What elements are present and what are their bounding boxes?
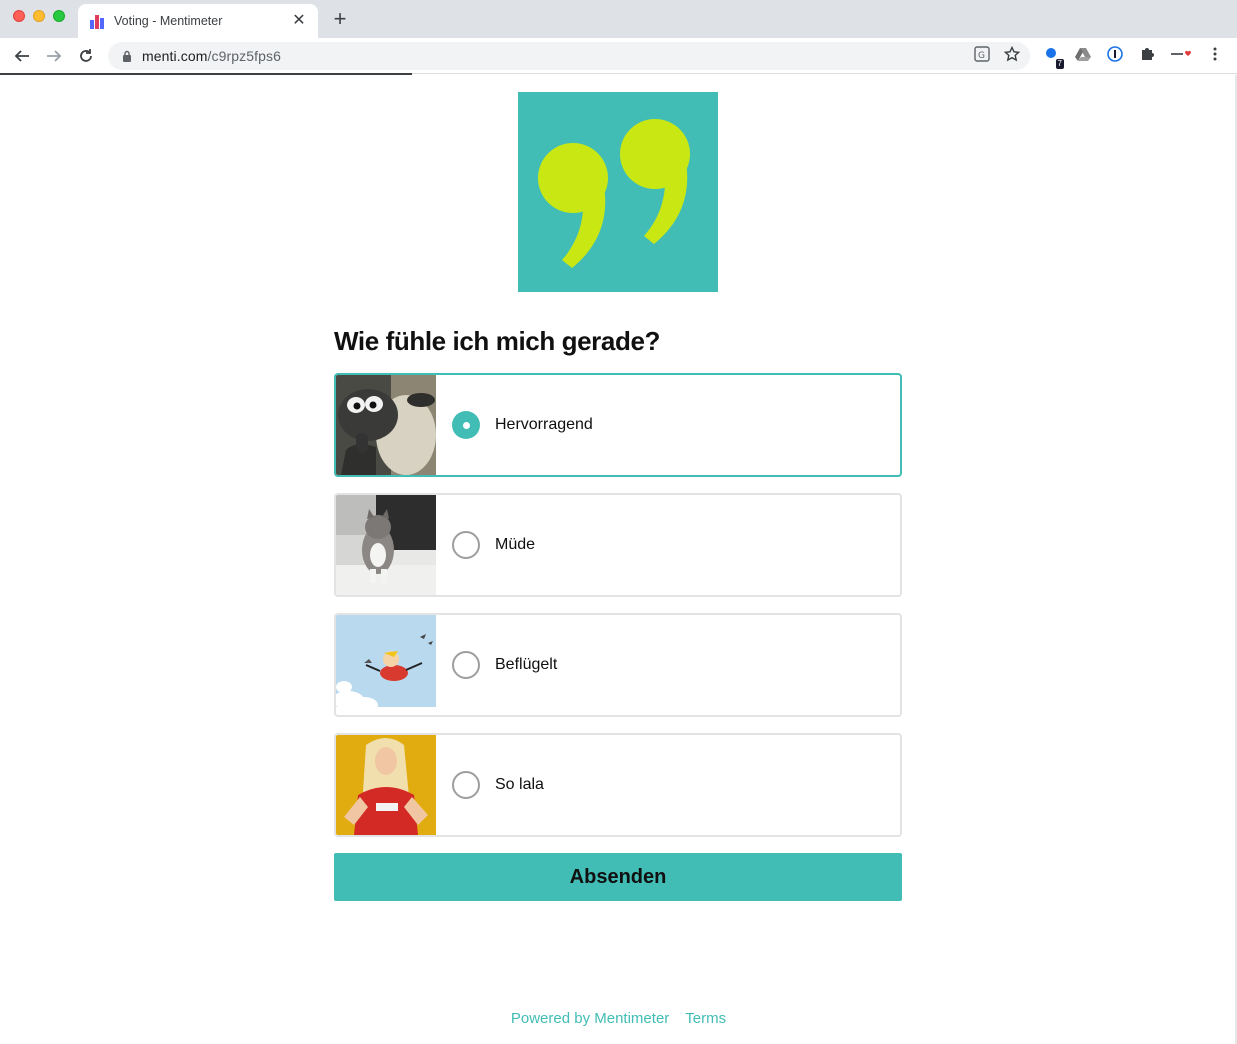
url-path: /c9rpz5fps6 [207,48,281,64]
new-tab-button[interactable]: + [330,8,350,30]
mentimeter-favicon-icon [90,13,106,29]
extension-badge: 7 [1055,59,1064,69]
option-muede[interactable]: Müde [334,493,902,597]
option-label: Müde [495,536,536,553]
radio-unselected-icon[interactable] [452,771,480,799]
option-hervorragend[interactable]: Hervorragend [334,373,902,477]
sheep-thumbs-up-image [336,375,436,475]
extensions-puzzle-icon[interactable] [1136,43,1158,65]
shrugging-woman-image [336,735,436,835]
option-label: So lala [495,776,544,793]
option-so-lala[interactable]: So lala [334,733,902,837]
option-befluegelt[interactable]: Beflügelt [334,613,902,717]
lock-icon [123,50,131,62]
bookmark-star-icon[interactable] [1004,46,1020,62]
option-label: Hervorragend [495,416,593,433]
powered-by-link[interactable]: Powered by Mentimeter [511,1010,669,1027]
quote-hero-image [518,92,718,292]
answer-options: Hervorragend Müde Beflügelt So lala [334,373,902,853]
reload-button[interactable] [73,43,99,69]
more-options-icon[interactable] [1204,43,1226,65]
radio-unselected-icon[interactable] [452,531,480,559]
browser-tab[interactable]: Voting - Mentimeter ✕ [78,4,318,38]
radio-unselected-icon[interactable] [452,651,480,679]
browser-toolbar: menti.com/c9rpz5fps6 G 7 [0,38,1237,74]
tab-title: Voting - Mentimeter [114,14,223,28]
quote-marks-icon [538,119,690,268]
maximize-window-button[interactable] [53,10,65,22]
terms-link[interactable]: Terms [685,1010,726,1027]
radio-selected-icon[interactable] [452,411,480,439]
footer: Powered by Mentimeter Terms [0,1010,1237,1027]
submit-button[interactable]: Absenden [334,853,902,901]
sleepy-cat-image [336,495,436,595]
question-title: Wie fühle ich mich gerade? [334,326,660,356]
password-manager-icon[interactable] [1104,43,1126,65]
url-text: menti.com/c9rpz5fps6 [142,48,281,64]
back-arrow-icon [14,50,29,62]
close-window-button[interactable] [13,10,25,22]
browser-chrome: Voting - Mentimeter ✕ + menti.com/c9rpz5… [0,0,1237,75]
reload-icon [80,49,92,62]
option-label: Beflügelt [495,656,558,673]
address-bar[interactable]: menti.com/c9rpz5fps6 G [108,42,1030,70]
forward-arrow-icon [47,50,62,62]
profile-extension-icon[interactable] [1168,43,1194,65]
flying-boy-comic-image [336,615,436,715]
translate-icon[interactable]: G [974,46,990,62]
minimize-window-button[interactable] [33,10,45,22]
google-drive-icon[interactable] [1072,43,1094,65]
tab-close-icon[interactable]: ✕ [290,12,308,30]
svg-text:G: G [978,51,985,61]
extension-blue-icon[interactable]: 7 [1040,43,1064,69]
forward-button[interactable] [41,43,67,69]
extensions-bar: 7 [1040,43,1226,69]
voting-page: Wie fühle ich mich gerade? Hervorragend … [0,75,1237,1044]
back-button[interactable] [9,43,35,69]
url-host: menti.com [142,48,208,64]
